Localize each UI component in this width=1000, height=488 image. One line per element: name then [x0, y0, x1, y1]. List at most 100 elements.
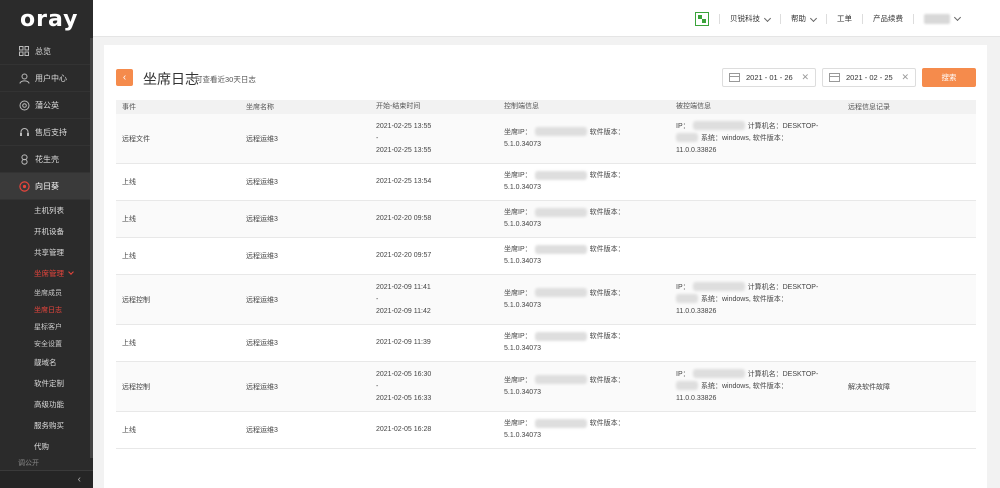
- event-cell: 远程控制: [122, 383, 150, 391]
- record-cell: [848, 201, 976, 237]
- sidebar-item-dandelion[interactable]: 蒲公英: [0, 92, 93, 119]
- sidebar-sub-share-manage[interactable]: 共享管理: [0, 242, 93, 263]
- collapse-sidebar-button[interactable]: ‹: [0, 470, 93, 488]
- event-cell: 上线: [122, 216, 136, 223]
- chevron-down-icon: [953, 13, 962, 21]
- redacted-ip: [534, 375, 587, 385]
- seat-name-cell: 远程运维3: [246, 383, 278, 391]
- record-cell: [848, 164, 976, 200]
- target-info-cell: [676, 164, 848, 200]
- col-header: 开始-结束时间: [376, 103, 421, 110]
- ctrl-version: 5.1.0.34073: [504, 140, 541, 148]
- sidebar-scrollbar[interactable]: [90, 38, 93, 458]
- redacted-hostname: [676, 133, 698, 143]
- seat-ip-label: 坐席IP：: [504, 376, 532, 384]
- grid-icon: [18, 45, 30, 57]
- time-cell: 2021-02-05 16:28: [376, 412, 504, 448]
- table-row: 远程控制 远程运维3 2021-02-05 16:30-2021-02-05 16:…: [116, 362, 976, 412]
- seat-log-table: 事件 坐席名称 开始-结束时间 控制端信息 被控端信息 远程信息记录 远程文件远…: [116, 100, 976, 449]
- event-cell: 上线: [122, 340, 136, 347]
- sw-version-label: 软件版本：: [589, 420, 625, 427]
- seat-ip-label: 坐席IP：: [504, 172, 532, 179]
- sidebar-sub-domain[interactable]: 靓域名: [0, 352, 93, 373]
- qrcode-icon[interactable]: [695, 11, 709, 26]
- sidebar-sub-boot-devices[interactable]: 开机设备: [0, 221, 93, 242]
- sidebar-item-peanut[interactable]: 花生壳: [0, 146, 93, 173]
- system-label: 系统：windows, 软件版本：: [701, 134, 788, 142]
- time-cell: 2021-02-25 13:55 - 2021-02-25 13:55: [376, 114, 504, 163]
- sidebar-item-label: 售后支持: [35, 127, 67, 137]
- sidebar-sub-host-list[interactable]: 主机列表: [0, 200, 93, 221]
- computer-name-label: 计算机名：DESKTOP-: [747, 122, 819, 130]
- sw-version-label: 软件版本：: [589, 128, 625, 136]
- sidebar-sub-starred-customers[interactable]: 星标客户: [0, 318, 93, 335]
- start-time: 2021-02-09 11:41: [376, 283, 431, 291]
- system-label: 系统：windows, 软件版本：: [701, 295, 788, 303]
- sidebar-item-overview[interactable]: 总览: [0, 38, 93, 65]
- seat-name-cell: 远程运维3: [246, 296, 278, 304]
- time-dash: -: [376, 134, 379, 142]
- system-label: 系统：windows, 软件版本：: [701, 382, 788, 390]
- target-info-cell: [676, 412, 848, 448]
- sidebar-sub-custom-software[interactable]: 软件定制: [0, 373, 93, 394]
- main-panel: ‹ 坐席日志 可查看近30天日志 2021 - 01 - 26 ✕ 2021 -…: [104, 45, 987, 488]
- table-row: 远程控制 远程运维3 2021-02-09 11:41-2021-02-09 11:…: [116, 275, 976, 325]
- company-menu[interactable]: 贝锐科技: [730, 13, 772, 24]
- user-menu[interactable]: [924, 13, 962, 24]
- sidebar-item-support[interactable]: 售后支持: [0, 119, 93, 146]
- sidebar-sub-seat-manage[interactable]: 坐席管理: [0, 263, 93, 284]
- ctrl-version: 5.1.0.34073: [504, 184, 541, 191]
- computer-name-label: 计算机名：DESKTOP-: [747, 370, 819, 378]
- start-time: 2021-02-20 09:58: [376, 215, 432, 222]
- sidebar-sub-purchase[interactable]: 服务购买: [0, 415, 93, 436]
- search-button[interactable]: 搜索: [922, 68, 976, 87]
- time-dash: -: [376, 382, 379, 390]
- start-date-input[interactable]: 2021 - 01 - 26 ✕: [722, 68, 816, 87]
- start-time: 2021-02-05 16:30: [376, 370, 432, 378]
- col-header: 坐席名称: [246, 104, 274, 111]
- sidebar-sub-seat-log[interactable]: 坐席日志: [0, 301, 93, 318]
- avatar: [924, 13, 950, 24]
- help-menu[interactable]: 帮助: [791, 13, 818, 24]
- close-icon[interactable]: ✕: [901, 72, 909, 83]
- time-dash: -: [376, 295, 379, 303]
- ip-label: IP：: [676, 283, 690, 291]
- calendar-icon: [829, 73, 840, 82]
- sidebar-sub-seat-members[interactable]: 坐席成员: [0, 284, 93, 301]
- sidebar-item-label: 蒲公英: [35, 100, 59, 110]
- controller-info-cell: 坐席IP： 软件版本： 5.1.0.34073: [504, 275, 676, 324]
- sidebar-item-user-center[interactable]: 用户中心: [0, 65, 93, 92]
- sunflower-icon: [18, 180, 30, 192]
- redacted-hostname: [676, 294, 698, 304]
- ticket-link[interactable]: 工单: [837, 13, 852, 24]
- computer-name-label: 计算机名：DESKTOP-: [747, 283, 819, 291]
- end-date-input[interactable]: 2021 - 02 - 25 ✕: [822, 68, 916, 87]
- sidebar-sub-proxy-buy[interactable]: 代购: [0, 436, 93, 457]
- oray-logo[interactable]: oray: [0, 0, 93, 38]
- controller-info-cell: 坐席IP： 软件版本： 5.1.0.34073: [504, 362, 676, 411]
- product-renew-link[interactable]: 产品续费: [873, 13, 903, 24]
- record-cell: [848, 275, 976, 324]
- back-button[interactable]: ‹: [116, 69, 133, 86]
- seat-name-cell: 远程运维3: [246, 253, 278, 260]
- sidebar-item-sunflower[interactable]: 向日葵: [0, 173, 93, 200]
- sidebar-sub-advanced[interactable]: 高级功能: [0, 394, 93, 415]
- target-version: 11.0.0.33826: [676, 394, 717, 402]
- redacted-ip: [534, 331, 587, 341]
- target-info-cell: [676, 201, 848, 237]
- target-info-cell: IP： 计算机名：DESKTOP- 系统：windows, 软件版本： 11.0.0.…: [676, 114, 848, 163]
- redacted-hostname: [676, 381, 698, 391]
- dandelion-icon: [18, 99, 30, 111]
- start-time: 2021-02-09 11:39: [376, 339, 431, 346]
- time-cell: 2021-02-25 13:54: [376, 164, 504, 200]
- record-cell: [848, 114, 976, 163]
- sidebar-item-peek[interactable]: 调公开: [0, 455, 93, 470]
- sw-version-label: 软件版本：: [589, 376, 625, 384]
- target-version: 11.0.0.33826: [676, 307, 717, 315]
- redacted-ip: [534, 288, 587, 298]
- close-icon[interactable]: ✕: [801, 72, 809, 83]
- record-cell: 解决软件故障: [848, 383, 890, 391]
- sidebar-item-label: 用户中心: [35, 73, 67, 83]
- sidebar-sub-security[interactable]: 安全设置: [0, 335, 93, 352]
- redacted-ip: [534, 244, 587, 254]
